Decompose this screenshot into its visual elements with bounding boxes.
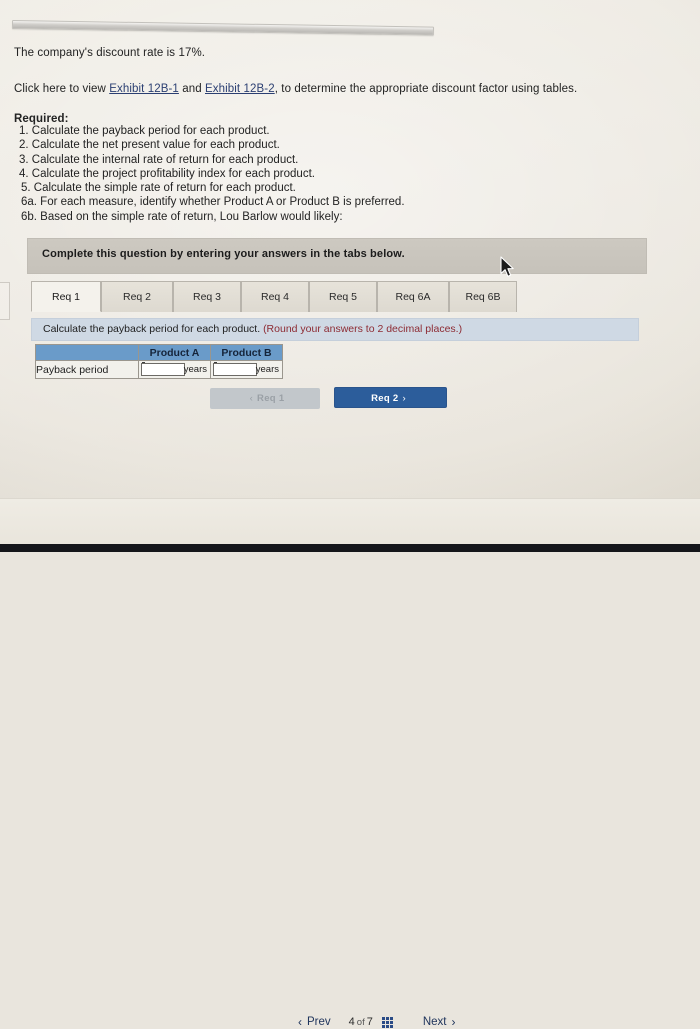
instruction-hint: (Round your answers to 2 decimal places.…: [263, 323, 463, 335]
cell-product-b[interactable]: years: [210, 360, 283, 379]
next-requirement-label: Req 2: [371, 393, 399, 404]
tab-req-5[interactable]: Req 5: [309, 281, 377, 312]
exhibit-line-after: , to determine the appropriate discount …: [274, 83, 578, 95]
requirement-item: 1. Calculate the payback period for each…: [19, 125, 270, 137]
discount-rate-text: The company's discount rate is 17%.: [14, 47, 206, 59]
requirements-list: 1. Calculate the payback period for each…: [19, 124, 405, 224]
left-edge-artifact: [0, 282, 10, 320]
requirement-item: 3. Calculate the internal rate of return…: [19, 153, 299, 166]
chevron-left-icon: ‹: [298, 1015, 302, 1029]
footer-nav-group: ‹ Prev 4 of 7 Next ›: [298, 1015, 456, 1029]
table-header-product-b: Product B: [210, 344, 283, 361]
footer-next-label: Next: [422, 1016, 447, 1028]
requirement-tabs[interactable]: Req 1 Req 2 Req 3 Req 4 Req 5 Req 6A Req…: [31, 281, 517, 312]
exhibit-link-line: Click here to view Exhibit 12B-1 and Exh…: [14, 82, 577, 96]
tab-req-6b[interactable]: Req 6B: [449, 281, 517, 312]
tab-req-6a[interactable]: Req 6A: [377, 281, 449, 312]
tab-req-4[interactable]: Req 4: [241, 281, 309, 312]
input-payback-product-b[interactable]: [213, 363, 257, 376]
screen-bottom-edge: [0, 544, 700, 552]
tab-req-3[interactable]: Req 3: [173, 281, 241, 312]
footer-next-button[interactable]: Next ›: [423, 1015, 456, 1029]
chevron-left-icon: ‹: [249, 393, 254, 404]
exhibit-12b-1-link[interactable]: Exhibit 12B-1: [109, 83, 179, 95]
footer-bar: ‹ Prev 4 of 7 Next ›: [0, 498, 700, 1029]
question-panel-header-text: Complete this question by entering your …: [42, 248, 405, 260]
requirement-item: 2. Calculate the net present value for e…: [19, 139, 280, 152]
table-header-product-a: Product A: [138, 344, 211, 361]
exhibit-12b-2-link[interactable]: Exhibit 12B-2: [205, 83, 275, 95]
requirement-item: 5. Calculate the simple rate of return f…: [21, 182, 296, 195]
footer-prev-label: Prev: [307, 1016, 331, 1028]
instruction-text: Calculate the payback period for each pr…: [43, 323, 264, 335]
requirement-item: 4. Calculate the project profitability i…: [19, 167, 315, 180]
requirement-item: 6a. For each measure, identify whether P…: [21, 196, 405, 209]
page-indicator: 4 of 7: [349, 1016, 373, 1028]
prev-requirement-label: Req 1: [257, 393, 285, 404]
page-of-label: of: [356, 1017, 365, 1028]
exhibit-line-middle: and: [178, 83, 205, 95]
requirement-item: 6b. Based on the simple rate of return, …: [21, 210, 343, 223]
input-payback-product-a[interactable]: [141, 363, 185, 376]
exhibit-line-before: Click here to view: [14, 83, 110, 95]
table-corner-header: [35, 344, 139, 361]
page-total: 7: [366, 1016, 373, 1028]
instruction-bar: Calculate the payback period for each pr…: [31, 318, 639, 341]
tab-req-1[interactable]: Req 1: [31, 281, 101, 312]
row-label-payback-period: Payback period: [35, 360, 139, 379]
prev-requirement-button[interactable]: ‹ Req 1: [210, 388, 320, 409]
grid-icon[interactable]: [381, 1016, 393, 1028]
unit-label-years-a: years: [183, 364, 207, 375]
next-requirement-button[interactable]: Req 2 ›: [334, 387, 447, 408]
question-panel-header: Complete this question by entering your …: [27, 238, 647, 274]
answer-table: Product A Product B Payback period years…: [35, 344, 283, 379]
chevron-right-icon: ›: [402, 393, 406, 404]
page-current: 4: [348, 1016, 355, 1028]
table-row: Payback period years years: [35, 360, 283, 379]
unit-label-years-b: years: [255, 364, 279, 375]
instruction-text-wrap: Calculate the payback period for each pr…: [43, 323, 462, 335]
footer-prev-button[interactable]: ‹ Prev: [298, 1015, 331, 1029]
cell-product-a[interactable]: years: [138, 360, 211, 379]
chevron-right-icon: ›: [451, 1015, 456, 1029]
tab-req-2[interactable]: Req 2: [101, 281, 173, 312]
table-header-row: Product A Product B: [35, 344, 283, 361]
